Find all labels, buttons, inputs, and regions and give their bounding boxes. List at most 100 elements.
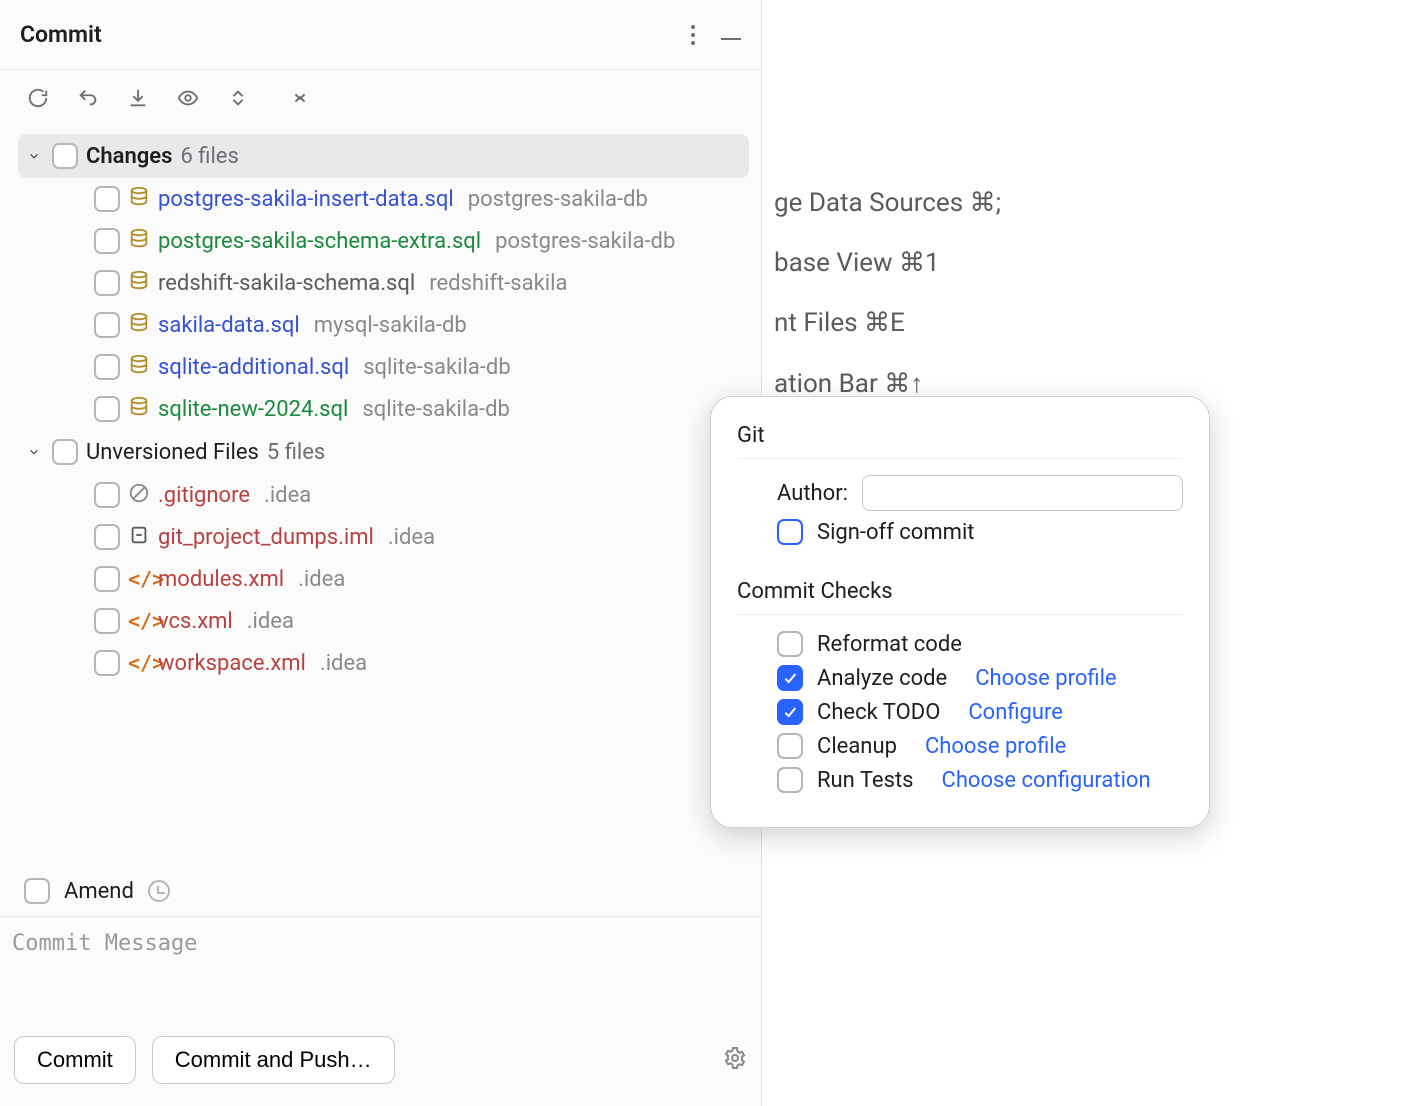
file-name: sakila-data.sql (158, 313, 300, 338)
group-by-icon[interactable] (288, 86, 312, 110)
cleanup-checkbox[interactable] (777, 733, 803, 759)
preview-diff-icon[interactable] (176, 86, 200, 110)
commit-bar: Commit Commit and Push… (0, 1036, 761, 1106)
reformat-row: Reformat code (737, 631, 1183, 657)
file-checkbox[interactable] (94, 354, 120, 380)
file-checkbox[interactable] (94, 524, 120, 550)
analyze-checkbox[interactable] (777, 665, 803, 691)
file-row[interactable]: </>modules.xml.idea (18, 558, 749, 600)
tests-config-link[interactable]: Choose configuration (942, 768, 1151, 793)
changes-tree: Changes 6 files postgres-sakila-insert-d… (0, 126, 761, 866)
amend-row: Amend (0, 866, 761, 916)
file-type-icon (128, 270, 150, 297)
file-checkbox[interactable] (94, 312, 120, 338)
file-location: mysql-sakila-db (314, 313, 467, 338)
author-label: Author: (777, 481, 848, 506)
file-name: vcs.xml (158, 609, 233, 634)
file-row[interactable]: .gitignore .idea (18, 474, 749, 516)
file-row[interactable]: postgres-sakila-insert-data.sqlpostgres-… (18, 178, 749, 220)
minimize-icon[interactable] (721, 38, 741, 40)
file-row[interactable]: redshift-sakila-schema.sql redshift-sakil… (18, 262, 749, 304)
editor-hint-text: base View ⌘1 (774, 248, 940, 278)
popup-separator (737, 458, 1183, 459)
file-name: .gitignore (158, 483, 250, 508)
rollback-icon[interactable] (76, 86, 100, 110)
file-row[interactable]: sakila-data.sql mysql-sakila-db (18, 304, 749, 346)
file-location: sqlite-sakila-db (362, 397, 509, 422)
popup-separator (737, 614, 1183, 615)
file-location: redshift-sakila (429, 271, 567, 296)
file-name: redshift-sakila-schema.sql (158, 271, 415, 296)
popup-checks-section: Commit Checks (737, 579, 1183, 604)
tests-row: Run Tests Choose configuration (737, 767, 1183, 793)
unversioned-group[interactable]: Unversioned Files 5 files (18, 430, 749, 474)
file-location: postgres-sakila-db (495, 229, 675, 254)
tests-checkbox[interactable] (777, 767, 803, 793)
expand-collapse-icon[interactable] (226, 86, 250, 110)
file-location: postgres-sakila-db (468, 187, 648, 212)
file-name: workspace.xml (158, 651, 306, 676)
more-options-icon[interactable] (691, 25, 695, 45)
commit-and-push-button[interactable]: Commit and Push… (152, 1036, 395, 1084)
shelve-icon[interactable] (126, 86, 150, 110)
file-type-icon: </> (128, 567, 150, 591)
file-checkbox[interactable] (94, 650, 120, 676)
todo-configure-link[interactable]: Configure (968, 700, 1063, 725)
editor-hint-text: ation Bar ⌘↑ (774, 368, 923, 399)
file-location: .idea (298, 567, 345, 592)
author-row: Author: (737, 475, 1183, 511)
file-checkbox[interactable] (94, 608, 120, 634)
file-type-icon: </> (128, 609, 150, 633)
panel-title: Commit (20, 21, 102, 48)
file-name: sqlite-additional.sql (158, 355, 349, 380)
file-type-icon (128, 312, 150, 339)
file-checkbox[interactable] (94, 228, 120, 254)
file-type-icon (128, 354, 150, 381)
file-location: .idea (388, 525, 435, 550)
changes-group[interactable]: Changes 6 files (18, 134, 749, 178)
history-icon[interactable] (148, 880, 170, 902)
file-name: postgres-sakila-schema-extra.sql (158, 229, 481, 254)
analyze-profile-link[interactable]: Choose profile (975, 666, 1116, 691)
chevron-down-icon[interactable] (24, 445, 44, 459)
file-row[interactable]: postgres-sakila-schema-extra.sql postgres… (18, 220, 749, 262)
changes-checkbox[interactable] (52, 143, 78, 169)
editor-hint-text: nt Files ⌘E (774, 308, 905, 338)
file-row[interactable]: sqlite-new-2024.sqlsqlite-sakila-db (18, 388, 749, 430)
commit-button[interactable]: Commit (14, 1036, 136, 1084)
commit-tool-window: Commit Changes (0, 0, 762, 1106)
file-checkbox[interactable] (94, 482, 120, 508)
commit-options-popup: Git Author: Sign-off commit Commit Check… (710, 396, 1210, 828)
file-row[interactable]: </> workspace.xml .idea (18, 642, 749, 684)
amend-label: Amend (64, 879, 134, 904)
file-type-icon (128, 186, 150, 213)
file-location: .idea (264, 483, 311, 508)
file-checkbox[interactable] (94, 396, 120, 422)
commit-message-input[interactable]: Commit Message (0, 916, 761, 1036)
refresh-icon[interactable] (26, 86, 50, 110)
analyze-label: Analyze code (817, 666, 947, 691)
author-input[interactable] (862, 475, 1183, 511)
changes-label: Changes (86, 144, 172, 169)
file-type-icon: </> (128, 651, 150, 675)
amend-checkbox[interactable] (24, 878, 50, 904)
chevron-down-icon[interactable] (24, 149, 44, 163)
cleanup-profile-link[interactable]: Choose profile (925, 734, 1066, 759)
reformat-checkbox[interactable] (777, 631, 803, 657)
analyze-row: Analyze code Choose profile (737, 665, 1183, 691)
file-row[interactable]: sqlite-additional.sqlsqlite-sakila-db (18, 346, 749, 388)
todo-checkbox[interactable] (777, 699, 803, 725)
file-checkbox[interactable] (94, 566, 120, 592)
signoff-checkbox[interactable] (777, 519, 803, 545)
cleanup-row: Cleanup Choose profile (737, 733, 1183, 759)
file-checkbox[interactable] (94, 270, 120, 296)
unversioned-checkbox[interactable] (52, 439, 78, 465)
file-checkbox[interactable] (94, 186, 120, 212)
gear-icon[interactable] (723, 1046, 747, 1075)
todo-row: Check TODO Configure (737, 699, 1183, 725)
todo-label: Check TODO (817, 700, 940, 725)
panel-toolbar (0, 70, 761, 126)
file-row[interactable]: </>vcs.xml.idea (18, 600, 749, 642)
file-location: .idea (320, 651, 367, 676)
file-row[interactable]: git_project_dumps.iml.idea (18, 516, 749, 558)
